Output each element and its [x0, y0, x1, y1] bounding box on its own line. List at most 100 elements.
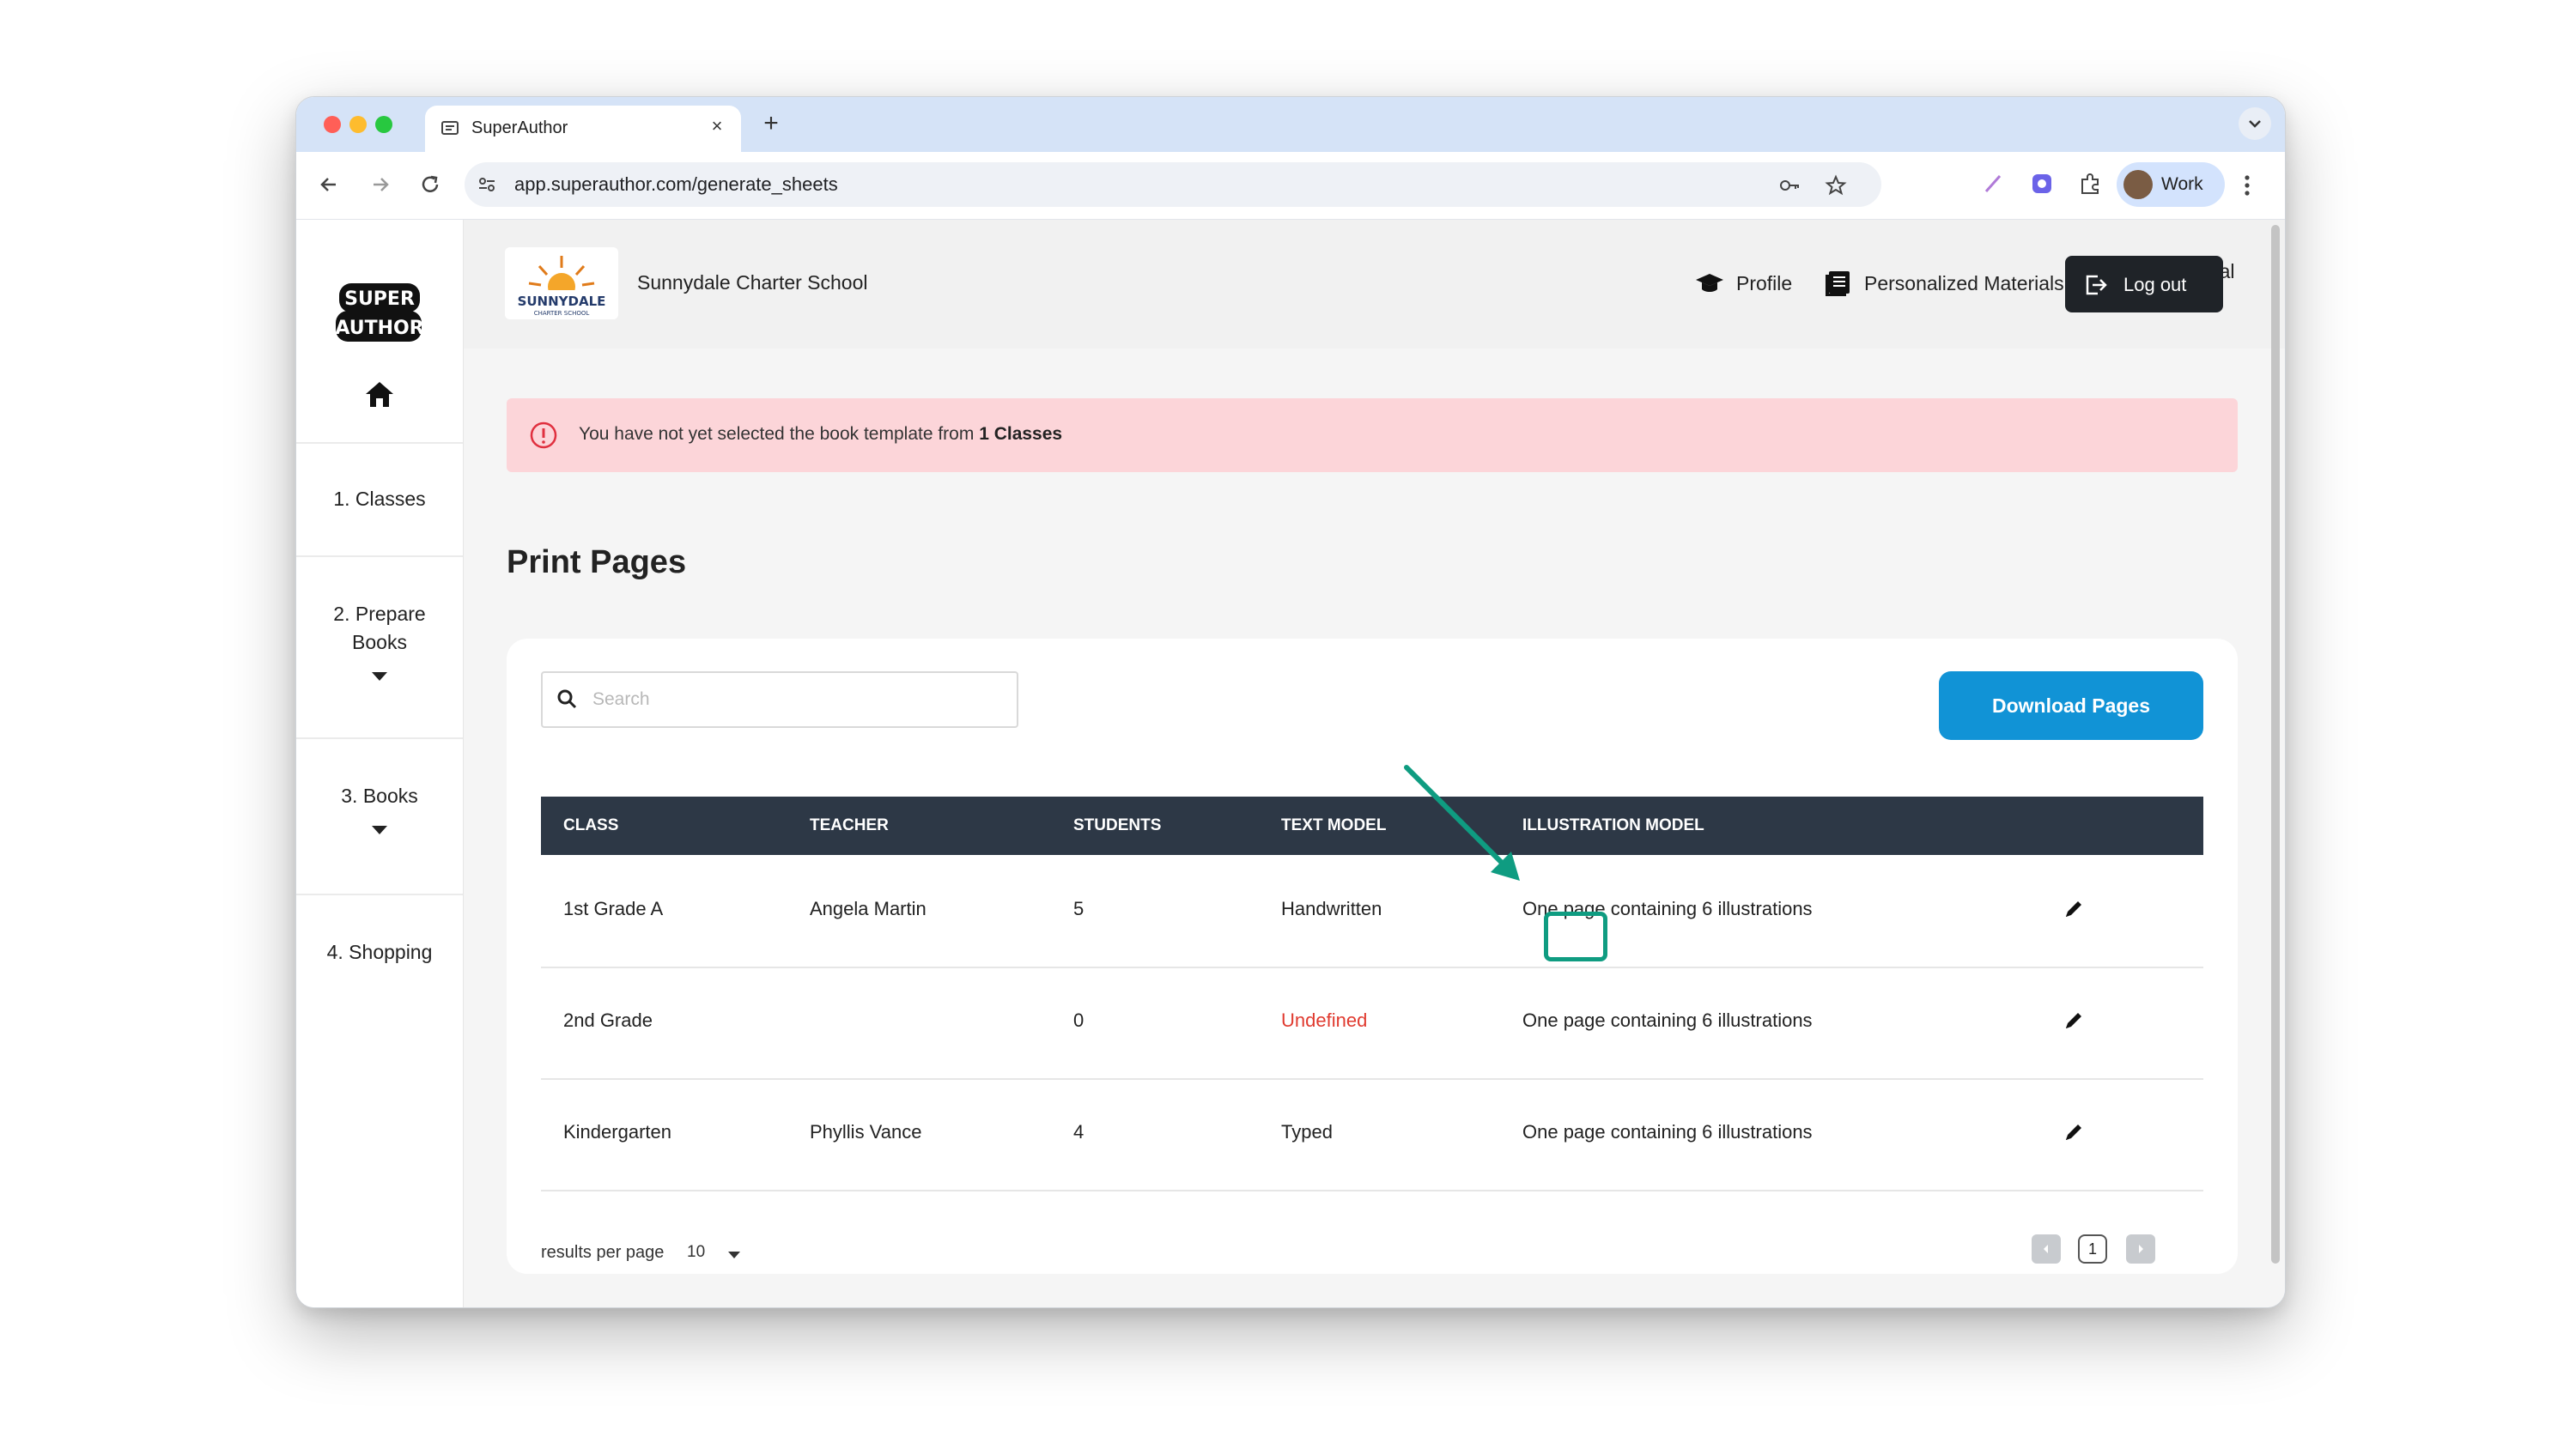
column-header-teacher[interactable]: TEACHER	[810, 816, 889, 835]
table-header: CLASS TEACHER STUDENTS TEXT MODEL ILLUST…	[541, 797, 2203, 855]
logout-icon	[2086, 275, 2107, 295]
table-row: 1st Grade A Angela Martin 5 Handwritten …	[541, 855, 2203, 968]
tab-search-button[interactable]	[2239, 107, 2271, 140]
cell-class: Kindergarten	[563, 1121, 671, 1143]
extension-app-icon[interactable]	[2029, 171, 2055, 197]
alert-highlight: 1 Classes	[979, 424, 1063, 444]
profile-button[interactable]: Work	[2117, 162, 2225, 207]
results-per-page-label: results per page	[541, 1243, 665, 1262]
reload-icon[interactable]	[415, 169, 446, 200]
cell-text-model: Undefined	[1281, 1009, 1368, 1031]
search-field[interactable]	[541, 671, 1018, 728]
cell-text-model: Typed	[1281, 1121, 1333, 1143]
cell-students: 4	[1073, 1121, 1084, 1143]
annotation-highlight-box	[1544, 912, 1607, 961]
school-logo-text: SUNNYDALE	[518, 294, 606, 309]
sidebar-item-shopping[interactable]: 4. Shopping	[296, 894, 463, 1033]
profile-label: Work	[2161, 174, 2203, 194]
tab-strip: SuperAuthor × +	[296, 97, 2285, 152]
avatar	[2123, 170, 2153, 199]
cell-illustration-model: One page containing 6 illustrations	[1522, 1121, 1813, 1143]
chevron-down-icon	[2249, 120, 2261, 128]
page-number-button[interactable]: 1	[2078, 1234, 2107, 1264]
table-row: Kindergarten Phyllis Vance 4 Typed One p…	[541, 1078, 2203, 1191]
password-key-icon[interactable]	[1778, 174, 1801, 197]
extensions-puzzle-icon[interactable]	[2077, 171, 2103, 197]
annotation-arrow	[1404, 765, 1520, 881]
address-bar[interactable]: app.superauthor.com/generate_sheets	[465, 162, 1881, 207]
home-icon[interactable]	[363, 379, 396, 409]
pencil-icon[interactable]	[2061, 1008, 2087, 1034]
back-arrow-icon[interactable]	[313, 169, 344, 200]
browser-menu-icon[interactable]	[2239, 171, 2256, 200]
tab-title: SuperAuthor	[471, 118, 568, 137]
school-logo-subtext: CHARTER SCHOOL	[534, 310, 590, 317]
browser-tab[interactable]: SuperAuthor ×	[425, 106, 741, 152]
column-header-text-model[interactable]: TEXT MODEL	[1281, 816, 1386, 835]
nav-profile-link[interactable]: Profile	[1695, 268, 1792, 299]
caret-down-icon[interactable]	[372, 672, 387, 681]
cell-illustration-model: One page containing 6 illustrations	[1522, 1009, 1813, 1031]
chevron-left-icon	[2044, 1245, 2048, 1253]
new-tab-button[interactable]: +	[756, 109, 786, 138]
graduation-cap-icon	[1696, 274, 1723, 292]
download-pages-button[interactable]: Download Pages	[1939, 671, 2203, 740]
previous-page-button[interactable]	[2032, 1234, 2061, 1264]
superauthor-logo[interactable]: SUPER AUTHOR	[334, 278, 425, 347]
maximize-window-button[interactable]	[375, 116, 392, 133]
cell-teacher: Angela Martin	[810, 898, 927, 919]
column-header-class[interactable]: CLASS	[563, 816, 618, 835]
app-header: SUNNYDALE CHARTER SCHOOL Sunnydale Chart…	[464, 220, 2285, 349]
next-page-button[interactable]	[2126, 1234, 2155, 1264]
school-logo: SUNNYDALE CHARTER SCHOOL	[505, 247, 618, 319]
sidebar-item-label: 2. Prepare Books	[333, 603, 426, 653]
results-per-page-select[interactable]: 10	[687, 1243, 705, 1262]
page-content: SUPER AUTHOR 1. Classes 2. Prepare Books…	[296, 220, 2285, 1307]
url-text: app.superauthor.com/generate_sheets	[514, 173, 838, 195]
cell-class: 1st Grade A	[563, 898, 664, 919]
print-pages-card: Download Pages CLASS TEACHER STUDENTS TE…	[507, 639, 2238, 1274]
alert-message: You have not yet selected the book templ…	[579, 424, 1062, 445]
cell-students: 5	[1073, 898, 1084, 919]
sidebar-item-label: 3. Books	[341, 785, 418, 807]
cell-class: 2nd Grade	[563, 1009, 653, 1031]
caret-down-icon[interactable]	[728, 1252, 740, 1258]
book-icon	[1826, 271, 1850, 296]
nav-materials-link[interactable]: Personalized Materials	[1823, 268, 2064, 299]
alert-circle-icon	[530, 421, 557, 449]
column-header-illustration-model[interactable]: ILLUSTRATION MODEL	[1522, 816, 1704, 835]
sidebar-item-classes[interactable]: 1. Classes	[296, 442, 463, 557]
sidebar-item-prepare-books[interactable]: 2. Prepare Books	[296, 555, 463, 739]
sidebar-item-label: 4. Shopping	[326, 941, 433, 963]
column-header-students[interactable]: STUDENTS	[1073, 816, 1161, 835]
browser-toolbar: app.superauthor.com/generate_sheets Work	[296, 152, 2285, 220]
site-settings-icon[interactable]	[477, 174, 497, 195]
favicon-icon	[441, 121, 459, 135]
sidebar-item-label: 1. Classes	[333, 488, 426, 510]
cell-text-model: Handwritten	[1281, 898, 1382, 919]
pencil-icon[interactable]	[2061, 1119, 2087, 1145]
page-title: Print Pages	[507, 544, 687, 580]
pencil-icon[interactable]	[2061, 896, 2087, 922]
search-icon	[557, 689, 577, 709]
alert-text: You have not yet selected the book templ…	[579, 424, 980, 444]
svg-text:AUTHOR: AUTHOR	[335, 318, 423, 339]
table-row: 2nd Grade 0 Undefined One page containin…	[541, 967, 2203, 1080]
caret-down-icon[interactable]	[372, 826, 387, 834]
page-scrollbar[interactable]	[2271, 225, 2280, 1264]
chevron-right-icon	[2139, 1245, 2143, 1253]
minimize-window-button[interactable]	[349, 116, 367, 133]
logout-button[interactable]: Log out	[2065, 256, 2223, 312]
forward-arrow-icon[interactable]	[365, 169, 396, 200]
bookmark-star-icon[interactable]	[1825, 174, 1847, 197]
close-window-button[interactable]	[324, 116, 341, 133]
close-tab-icon[interactable]: ×	[705, 114, 729, 138]
search-input[interactable]	[591, 683, 1006, 716]
cell-students: 0	[1073, 1009, 1084, 1031]
pen-extension-icon[interactable]	[1981, 171, 2007, 197]
sidebar-item-books[interactable]: 3. Books	[296, 737, 463, 895]
nav-profile-label: Profile	[1736, 271, 1793, 294]
sidebar: SUPER AUTHOR 1. Classes 2. Prepare Books…	[296, 220, 464, 1307]
nav-materials-label: Personalized Materials	[1864, 271, 2064, 294]
alert-banner: You have not yet selected the book templ…	[507, 398, 2238, 472]
